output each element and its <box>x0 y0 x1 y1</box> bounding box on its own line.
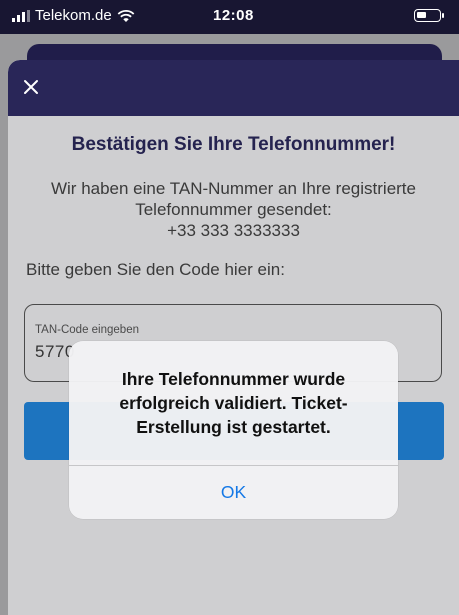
info-text: Wir haben eine TAN-Nummer an Ihre regist… <box>8 178 459 241</box>
alert-line: Erstellung ist gestartet. <box>136 417 331 437</box>
wifi-icon <box>117 9 135 22</box>
phone-number: +33 333 3333333 <box>167 221 300 240</box>
close-button[interactable] <box>18 74 44 100</box>
status-bar: Telekom.de 12:08 <box>0 0 459 34</box>
code-prompt: Bitte geben Sie den Code hier ein: <box>26 260 285 279</box>
tan-field-label: TAN-Code eingeben <box>35 324 139 336</box>
carrier-name: Telekom.de <box>35 7 112 24</box>
status-time: 12:08 <box>213 7 254 24</box>
info-line: Wir haben eine TAN-Nummer an Ihre regist… <box>50 179 416 198</box>
page-title: Bestätigen Sie Ihre Telefonnummer! <box>71 134 396 155</box>
close-icon <box>24 80 38 94</box>
info-line: Telefonnummer gesendet: <box>135 200 332 219</box>
signal-icon <box>12 9 30 22</box>
verification-sheet: Bestätigen Sie Ihre Telefonnummer! Wir h… <box>8 60 459 615</box>
alert-line: Ihre Telefonnummer wurde <box>121 369 346 389</box>
alert-line: erfolgreich validiert. Ticket- <box>119 393 348 413</box>
sheet-header <box>8 60 459 116</box>
alert-message: Ihre Telefonnummer wurde erfolgreich val… <box>89 367 378 439</box>
ok-button[interactable]: OK <box>69 466 398 519</box>
battery-icon <box>414 9 444 22</box>
status-left: Telekom.de <box>12 7 135 24</box>
success-alert: Ihre Telefonnummer wurde erfolgreich val… <box>69 341 398 519</box>
phone-screen: Telekom.de 12:08 Bestätigen Sie Ihre Tel… <box>0 0 459 615</box>
